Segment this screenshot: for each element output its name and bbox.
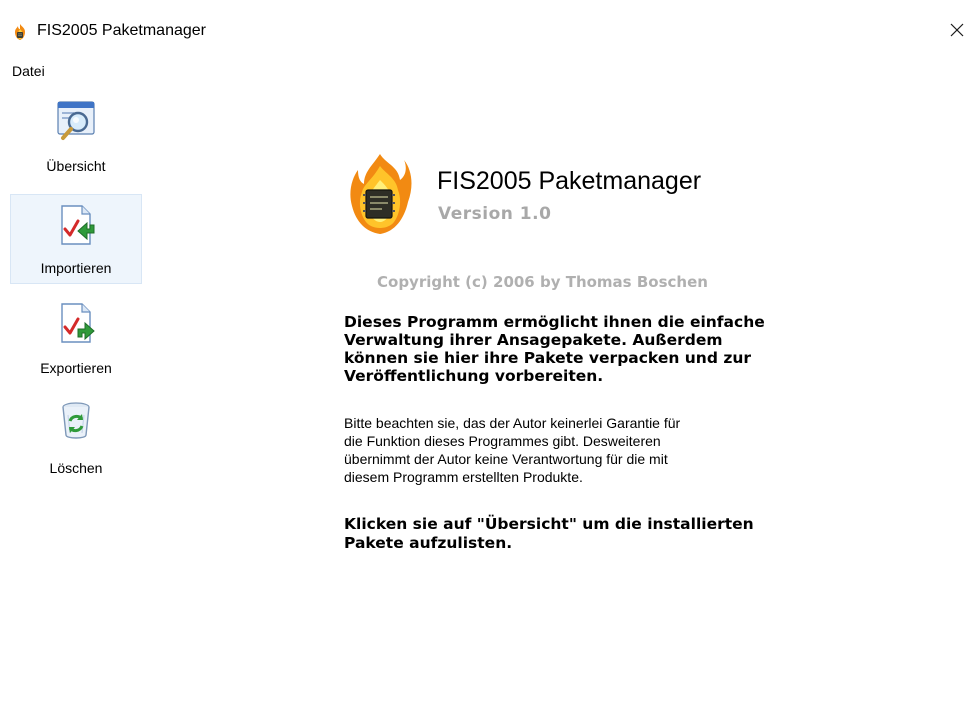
sidebar-item-label: Übersicht: [46, 158, 106, 174]
copyright-label: Copyright (c) 2006 by Thomas Boschen: [377, 273, 708, 291]
export-checkmark-icon: [61, 303, 95, 343]
version-label: Version 1.0: [438, 204, 552, 224]
description-text: Dieses Programm ermöglicht ihnen die ein…: [344, 313, 765, 385]
app-window: FIS2005 Paketmanager Datei Übersicht Imp…: [0, 0, 979, 727]
menu-bar: Datei: [0, 58, 979, 84]
product-title: FIS2005 Paketmanager: [437, 167, 702, 195]
close-icon: [950, 23, 964, 37]
close-button[interactable]: [935, 12, 979, 48]
sidebar: Übersicht Importieren Exportieren Lösche…: [0, 88, 146, 727]
menu-datei[interactable]: Datei: [12, 61, 45, 81]
import-checkmark-icon: [61, 205, 95, 245]
sidebar-item-exportieren[interactable]: Exportieren: [10, 296, 142, 386]
window-title: FIS2005 Paketmanager: [37, 22, 206, 39]
sidebar-item-importieren[interactable]: Importieren: [10, 194, 142, 284]
sidebar-item-label: Exportieren: [40, 360, 112, 376]
sidebar-item-uebersicht[interactable]: Übersicht: [10, 96, 142, 186]
magnifier-window-icon: [57, 101, 95, 140]
flame-app-icon: [15, 24, 25, 40]
disclaimer-text: Bitte beachten sie, das der Autor keiner…: [344, 415, 681, 485]
sidebar-item-label: Importieren: [40, 260, 112, 276]
flame-chip-logo: [350, 154, 412, 234]
sidebar-item-label: Löschen: [49, 460, 103, 476]
hint-text: Klicken sie auf "Übersicht" um die insta…: [344, 515, 754, 552]
title-bar: FIS2005 Paketmanager: [0, 0, 979, 58]
sidebar-item-loeschen[interactable]: Löschen: [10, 396, 142, 486]
recycle-bin-icon: [62, 402, 90, 439]
